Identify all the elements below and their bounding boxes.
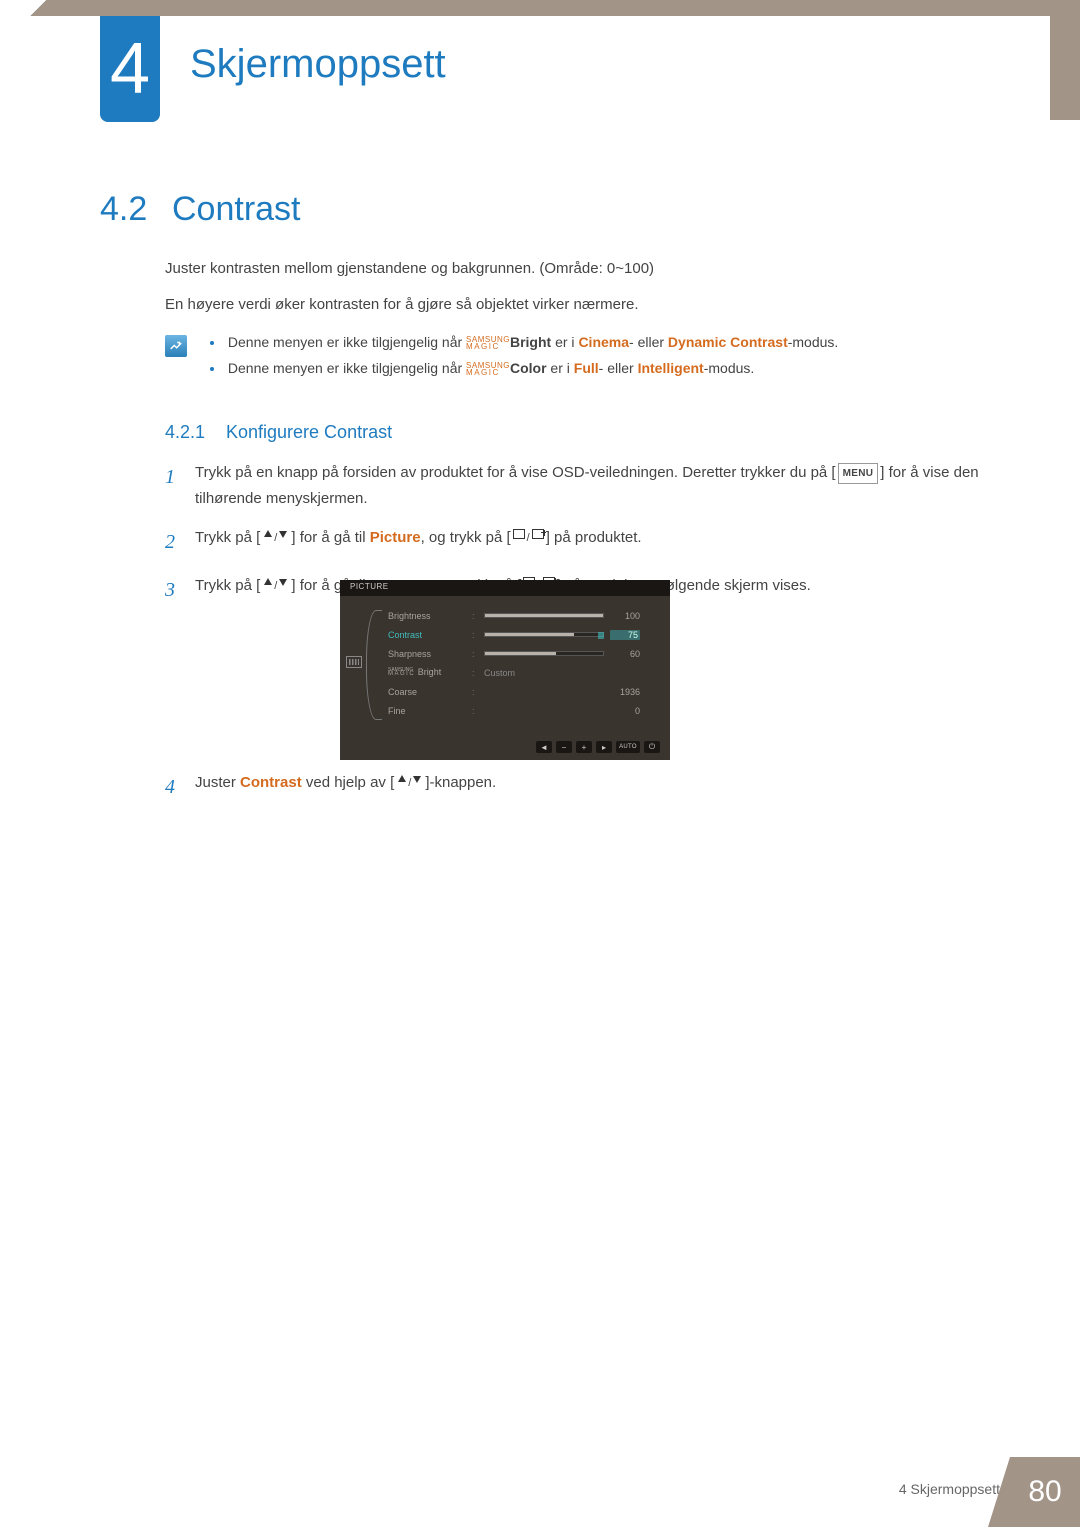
osd-footer: ◄ − + ▸ AUTO ⏻ <box>340 736 670 758</box>
top-stripe-accent <box>0 0 100 16</box>
picture-icon <box>346 656 362 668</box>
chapter-tab: 4 <box>100 16 160 122</box>
osd-row-coarse: Coarse : 1936 <box>388 682 658 701</box>
up-down-arrows-icon: / <box>396 774 423 793</box>
page-number: 80 <box>1028 1475 1061 1509</box>
note-icon <box>165 335 187 357</box>
note-row-2: Denne menyen er ikke tilgjengelig når SA… <box>210 360 838 376</box>
osd-header: PICTURE <box>340 580 670 596</box>
subsection-title: Konfigurere Contrast <box>226 422 392 443</box>
up-down-arrows-icon: / <box>262 577 289 596</box>
right-band <box>1050 0 1080 120</box>
samsung-magic-tag: SAMSUNGMAGIC <box>466 362 510 376</box>
osd-plus-icon: + <box>576 741 592 753</box>
chapter-number: 4 <box>110 28 150 110</box>
osd-minus-icon: − <box>556 741 572 753</box>
step-4-container: 4 Juster Contrast ved hjelp av [/]-knapp… <box>165 770 995 818</box>
sharpness-bar <box>484 651 604 656</box>
osd-left-icon: ◄ <box>536 741 552 753</box>
step-1: 1 Trykk på en knapp på forsiden av produ… <box>165 460 995 511</box>
enter-icon: / <box>513 529 544 548</box>
description-line-1: Juster kontrasten mellom gjenstandene og… <box>165 258 654 281</box>
contrast-bar <box>484 632 604 637</box>
osd-row-fine: Fine : 0 <box>388 701 658 720</box>
top-stripe <box>0 0 1080 16</box>
section-number: 4.2 <box>100 190 147 229</box>
up-down-arrows-icon: / <box>262 529 289 548</box>
samsung-magic-tag: SAMSUNGMAGIC <box>466 336 510 350</box>
menu-button-label: MENU <box>838 463 879 484</box>
osd-row-contrast: Contrast : 75 <box>388 625 658 644</box>
osd-row-magicbright: SAMSUNGMAGIC Bright : Custom <box>388 663 658 682</box>
note-row-1: Denne menyen er ikke tilgjengelig når SA… <box>210 334 838 350</box>
osd-auto-label: AUTO <box>616 741 640 753</box>
magicbright-value: Custom <box>484 668 604 678</box>
note-bullets: Denne menyen er ikke tilgjengelig når SA… <box>210 334 838 386</box>
description-line-2: En høyere verdi øker kontrasten for å gj… <box>165 294 639 317</box>
step-4: 4 Juster Contrast ved hjelp av [/]-knapp… <box>165 770 995 804</box>
footer-triangle <box>988 1457 1010 1527</box>
osd-screenshot: PICTURE Brightness : 100 Contrast : 75 S… <box>340 580 670 760</box>
bullet-dot <box>210 367 214 371</box>
samsung-magic-tag-osd: SAMSUNGMAGIC <box>388 668 415 678</box>
step-2: 2 Trykk på [/] for å gå til Picture, og … <box>165 525 995 559</box>
footer-chapter-label: 4 Skjermoppsett <box>899 1481 1000 1497</box>
osd-enter-icon: ▸ <box>596 741 612 753</box>
section-title: Contrast <box>172 190 301 229</box>
osd-power-icon: ⏻ <box>644 741 660 753</box>
osd-row-sharpness: Sharpness : 60 <box>388 644 658 663</box>
subsection-number: 4.2.1 <box>165 422 205 443</box>
osd-row-brightness: Brightness : 100 <box>388 606 658 625</box>
bullet-dot <box>210 341 214 345</box>
osd-curve-decoration <box>366 610 382 720</box>
page-number-box: 80 <box>1010 1457 1080 1527</box>
chapter-title: Skjermoppsett <box>190 42 446 87</box>
osd-body: Brightness : 100 Contrast : 75 Sharpness… <box>340 596 670 736</box>
brightness-bar <box>484 613 604 618</box>
